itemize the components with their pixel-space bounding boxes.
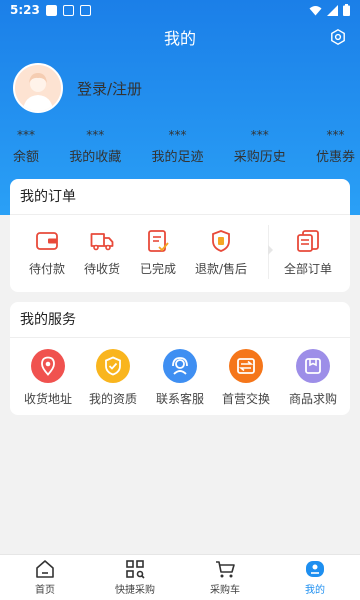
- stat-value: ***: [17, 128, 35, 142]
- location-pin-icon: [31, 349, 65, 383]
- order-pending-receipt[interactable]: 待收货: [72, 229, 132, 277]
- service-item-label: 商品求购: [288, 392, 337, 406]
- service-item-label: 联系客服: [155, 392, 204, 406]
- stat-footprints[interactable]: *** 我的足迹: [151, 128, 203, 165]
- home-icon: [36, 560, 54, 578]
- user-stats: *** 余额 *** 我的收藏 *** 我的足迹 *** 采购历史 *** 优惠…: [0, 128, 360, 165]
- order-all-orders[interactable]: 全部订单: [278, 229, 338, 277]
- nav-cart[interactable]: 采购车: [180, 555, 270, 600]
- nav-label: 采购车: [210, 585, 240, 596]
- nav-home[interactable]: 首页: [0, 555, 90, 600]
- login-register-link[interactable]: 登录/注册: [77, 78, 142, 99]
- battery-icon: [343, 4, 350, 16]
- service-first-business-exchange[interactable]: 首营交换: [211, 349, 281, 407]
- cart-icon: [216, 561, 235, 578]
- status-bar: 5:23: [0, 0, 360, 20]
- truck-icon: [90, 233, 114, 251]
- headset-icon: [163, 349, 197, 383]
- stat-label: 采购历史: [233, 150, 286, 165]
- order-completed[interactable]: 已完成: [128, 229, 188, 277]
- stat-value: ***: [168, 128, 187, 142]
- stat-value: ***: [250, 128, 269, 142]
- order-list-icon: [297, 230, 319, 252]
- nav-label: 首页: [35, 585, 55, 596]
- notification-icon: [62, 4, 74, 16]
- user-profile[interactable]: 登录/注册: [13, 63, 142, 113]
- divider-arrow: [268, 245, 273, 255]
- services-title: 我的服务: [10, 302, 350, 338]
- avatar[interactable]: [13, 63, 63, 113]
- bottom-navigation: 首页 快捷采购 采购车 我的: [0, 554, 360, 600]
- order-item-label: 待付款: [28, 262, 65, 276]
- box-icon: [296, 349, 330, 383]
- order-item-label: 已完成: [139, 262, 176, 276]
- orders-card: 我的订单 待付款 待收货 已完成 退款/售后 全部订单: [10, 179, 350, 292]
- stat-label: 优惠券: [315, 150, 355, 165]
- exchange-icon: [229, 349, 263, 383]
- notification-icon: [79, 4, 91, 16]
- stat-purchase-history[interactable]: *** 采购历史: [234, 128, 286, 165]
- shield-check-icon: [96, 349, 130, 383]
- refund-shield-icon: [212, 230, 230, 252]
- nav-quick-purchase[interactable]: 快捷采购: [90, 555, 180, 600]
- order-refund-after-sales[interactable]: 退款/售后: [191, 229, 251, 277]
- wallet-icon: [36, 232, 58, 250]
- orders-title: 我的订单: [10, 179, 350, 215]
- order-item-label: 待收货: [83, 262, 120, 276]
- order-pending-payment[interactable]: 待付款: [17, 229, 77, 277]
- order-item-label: 退款/售后: [194, 262, 248, 276]
- service-customer-support[interactable]: 联系客服: [145, 349, 215, 407]
- stat-balance[interactable]: *** 余额: [13, 128, 39, 165]
- service-item-label: 首营交换: [221, 392, 270, 406]
- notification-icon: [45, 4, 57, 16]
- signal-icon: [327, 4, 338, 16]
- nav-profile[interactable]: 我的: [270, 555, 360, 600]
- service-qualification[interactable]: 我的资质: [78, 349, 148, 407]
- profile-icon: [306, 561, 324, 577]
- clipboard-check-icon: [148, 230, 169, 252]
- stat-value: ***: [326, 128, 345, 142]
- user-avatar-icon: [15, 65, 61, 111]
- service-item-label: 我的资质: [88, 392, 137, 406]
- title-bar: 我的: [0, 20, 360, 54]
- stat-label: 我的足迹: [151, 150, 204, 165]
- service-product-request[interactable]: 商品求购: [278, 349, 348, 407]
- order-item-label: 全部订单: [283, 262, 332, 276]
- stat-coupons[interactable]: *** 优惠券: [316, 128, 355, 165]
- wifi-icon: [309, 5, 322, 15]
- stat-value: ***: [86, 128, 105, 142]
- status-time: 5:23: [10, 3, 40, 17]
- stat-favorites[interactable]: *** 我的收藏: [69, 128, 121, 165]
- nav-label: 我的: [305, 585, 325, 596]
- settings-gear-icon[interactable]: [330, 29, 346, 45]
- services-card: 我的服务 收货地址 我的资质 联系客服 首营交换 商品求购: [10, 302, 350, 415]
- page-title: 我的: [163, 29, 196, 48]
- service-shipping-address[interactable]: 收货地址: [13, 349, 83, 407]
- stat-label: 我的收藏: [69, 150, 122, 165]
- stat-label: 余额: [13, 150, 40, 165]
- service-item-label: 收货地址: [23, 392, 72, 406]
- nav-label: 快捷采购: [115, 585, 155, 596]
- qr-scan-icon: [126, 560, 145, 579]
